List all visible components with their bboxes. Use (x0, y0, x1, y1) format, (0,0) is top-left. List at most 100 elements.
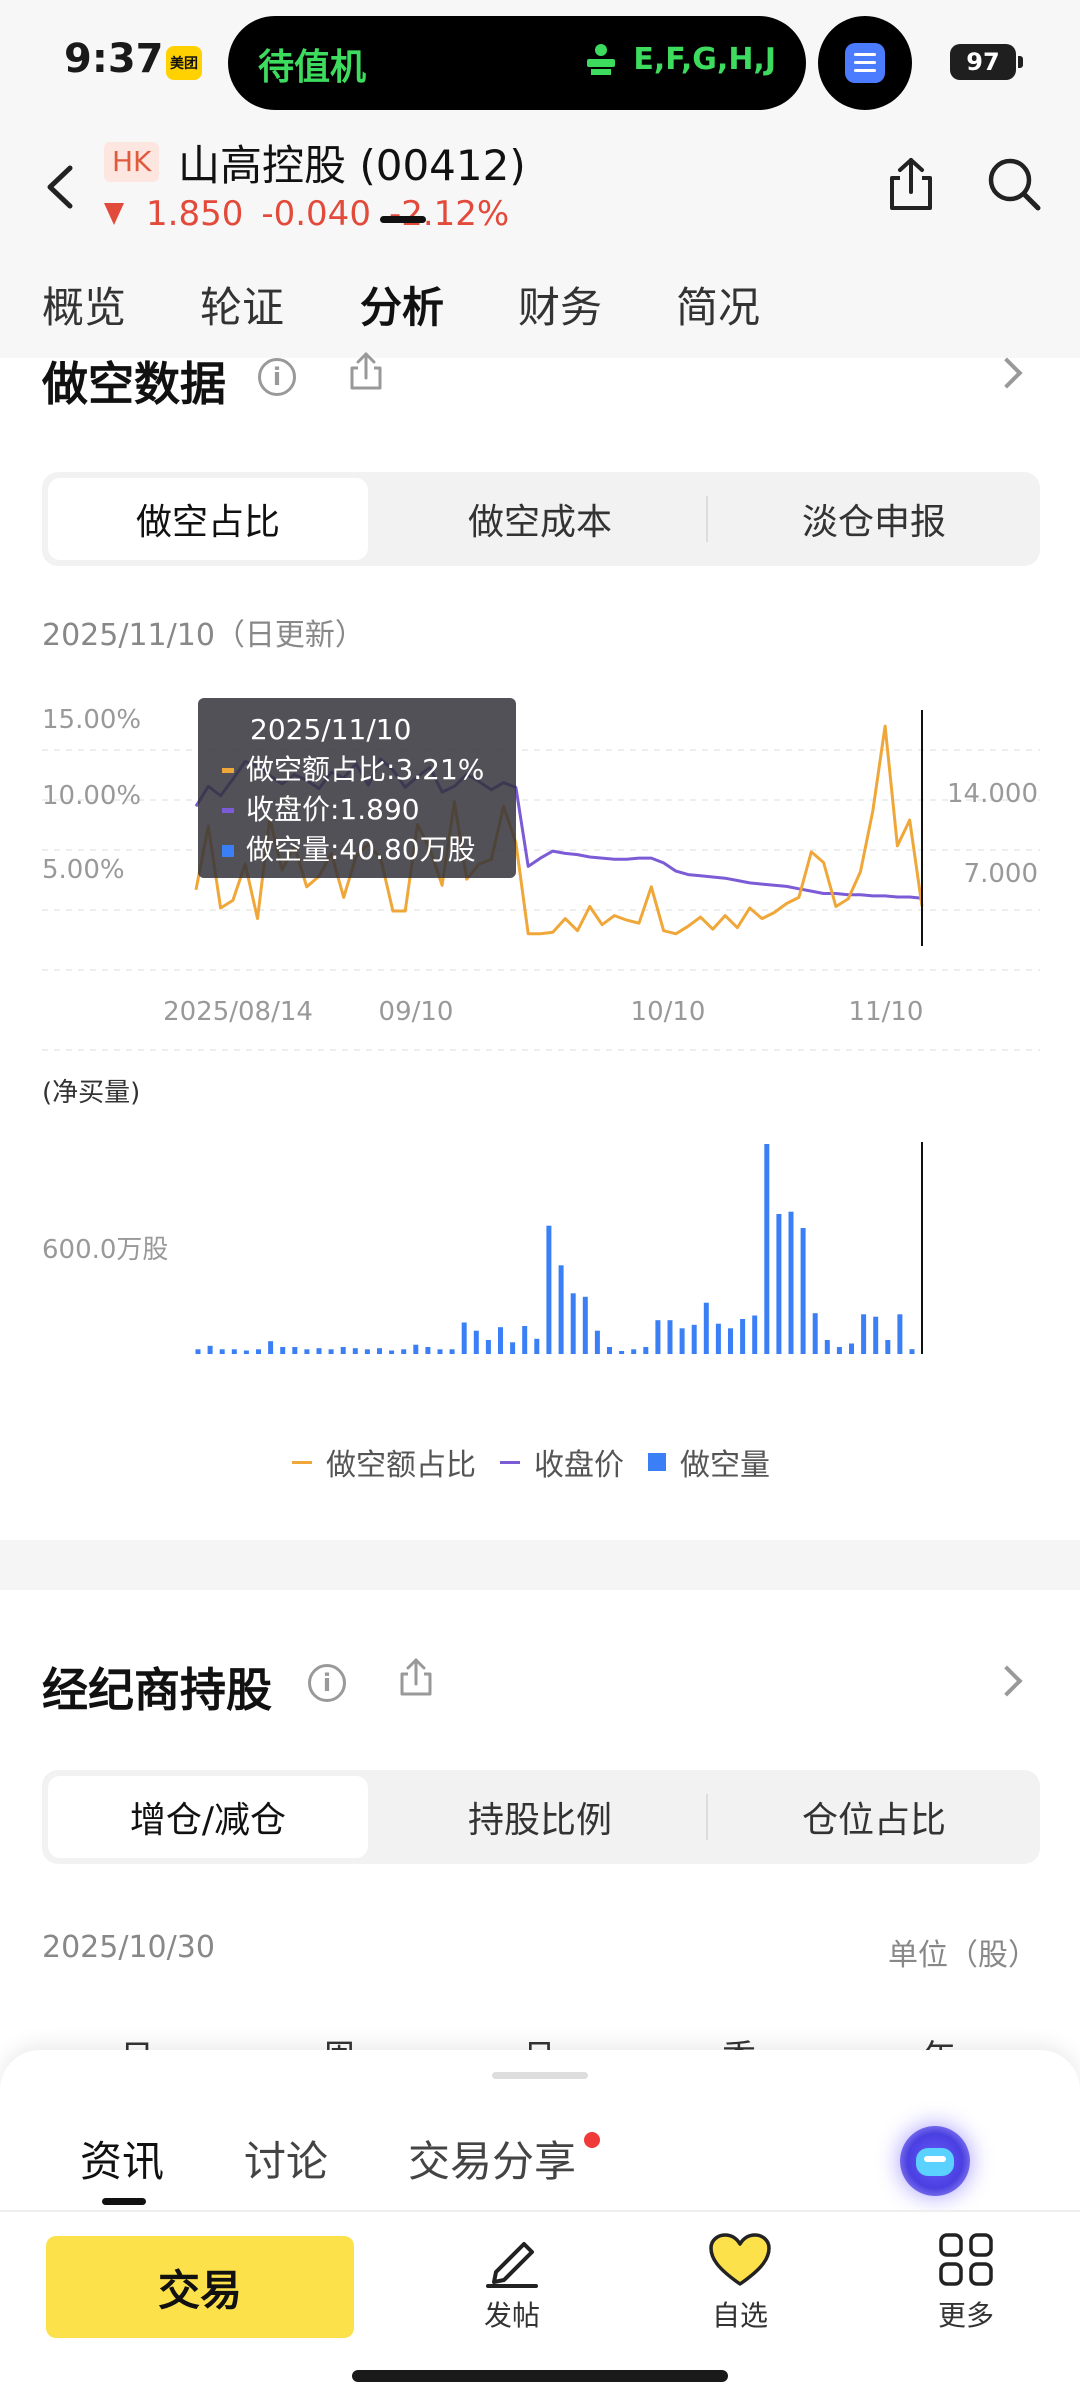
volume-bar (292, 1347, 298, 1354)
heart-icon (709, 2233, 771, 2286)
short-ratio-chart[interactable]: 15.00% 10.00% 5.00% 14.000 7.000 2025/08/14 09… (0, 680, 1080, 1060)
stock-header: HK 山高控股 (00412) 1.850 -0.040 -2.12% 概览 轮… (0, 126, 1080, 358)
seg-short-ratio[interactable]: 做空占比 (48, 478, 368, 560)
notes-app-icon[interactable] (818, 16, 912, 110)
nav-watchlist-label: 自选 (711, 2299, 768, 2332)
volume-bar (849, 1343, 854, 1354)
price-row: 1.850 -0.040 -2.12% (104, 194, 509, 234)
search-icon[interactable] (986, 156, 1042, 212)
status-bar: 9:37 美团 待值机 E,F,G,H,J 97 (0, 0, 1080, 126)
tab-overview[interactable]: 概览 (42, 274, 126, 335)
share-icon[interactable] (396, 1658, 436, 1698)
ai-assistant-icon[interactable] (900, 2126, 970, 2196)
volume-bar (607, 1347, 612, 1354)
volume-bar (401, 1349, 407, 1354)
net-buy-label: (净买量) (42, 1078, 141, 1108)
broker-holdings-title: 经纪商持股 (42, 1663, 272, 1717)
bottom-sheet[interactable]: 资讯 讨论 交易分享 (0, 2050, 1080, 2210)
volume-bar (728, 1328, 733, 1354)
tooltip-row-volume: 做空量:40.80万股 (214, 830, 500, 870)
volume-bar (788, 1211, 794, 1354)
chart-legend: 做空额占比 收盘价 做空量 (292, 1440, 770, 1484)
volume-bar (631, 1349, 637, 1354)
tab-profile[interactable]: 简况 (676, 274, 760, 335)
volume-bar (207, 1345, 213, 1354)
seg-position-share[interactable]: 仓位占比 (714, 1776, 1034, 1858)
section-divider (0, 1540, 1080, 1590)
volume-bar (510, 1342, 516, 1354)
short-segment-control: 做空占比 做空成本 淡仓申报 (42, 472, 1040, 566)
home-indicator[interactable] (352, 2370, 728, 2382)
tab-financials[interactable]: 财务 (518, 274, 602, 335)
volume-bar (715, 1323, 721, 1354)
legend-swatch-volume (648, 1453, 666, 1471)
volume-bar (352, 1348, 358, 1354)
tab-warrants[interactable]: 轮证 (200, 274, 284, 335)
price-change: -0.040 (261, 194, 371, 234)
x-tick: 2025/08/14 (163, 997, 313, 1027)
stock-price: 1.850 (146, 194, 244, 234)
sheet-tab-underline (102, 2198, 146, 2205)
island-gates: E,F,G,H,J (583, 42, 776, 77)
legend-short-volume[interactable]: 做空量 (680, 1440, 770, 1484)
share-icon[interactable] (886, 156, 936, 212)
volume-bar (679, 1328, 685, 1354)
share-icon[interactable] (346, 352, 386, 392)
seg-increase-decrease[interactable]: 增仓/减仓 (48, 1776, 368, 1858)
trade-button[interactable]: 交易 (46, 2236, 354, 2338)
legend-swatch-close (500, 1460, 520, 1464)
volume-bar (740, 1319, 746, 1354)
volume-bar (558, 1265, 564, 1354)
price-change-pct: -2.12% (388, 194, 510, 234)
nav-post[interactable]: 发帖 (452, 2232, 572, 2334)
volume-bar (449, 1349, 455, 1354)
volume-bar (377, 1348, 382, 1354)
island-status-text: 待值机 (258, 47, 367, 88)
meituan-icon: 美团 (166, 46, 202, 80)
nav-more[interactable]: 更多 (906, 2232, 1026, 2334)
dynamic-island[interactable]: 待值机 E,F,G,H,J (228, 16, 806, 110)
volume-bar (316, 1348, 322, 1354)
volume-bar (764, 1144, 770, 1354)
info-icon[interactable]: i (308, 1664, 346, 1702)
volume-bar (364, 1349, 370, 1354)
chart-tooltip: 2025/11/10 做空额占比:3.21% 收盘价:1.890 做空量:40.… (198, 698, 516, 878)
seg-holding-ratio[interactable]: 持股比例 (380, 1776, 700, 1858)
tab-analysis[interactable]: 分析 (360, 274, 444, 335)
sheet-tab-news[interactable]: 资讯 (80, 2128, 164, 2189)
back-icon[interactable] (40, 162, 80, 212)
volume-bar (570, 1293, 576, 1354)
info-icon[interactable]: i (258, 358, 296, 396)
seg-short-position[interactable]: 淡仓申报 (714, 478, 1034, 560)
volume-bar (643, 1347, 649, 1354)
volume-bar (473, 1330, 479, 1354)
short-volume-chart[interactable]: 600.0万股 (0, 1120, 1080, 1360)
active-tab-underline (380, 216, 426, 223)
volume-bar (594, 1330, 600, 1354)
stock-tabs: 概览 轮证 分析 财务 简况 (0, 258, 1080, 358)
volume-bar (776, 1214, 782, 1354)
volume-bar (836, 1347, 842, 1354)
volume-bar (437, 1349, 443, 1354)
volume-bar (425, 1347, 431, 1354)
market-badge: HK (104, 142, 160, 182)
chevron-right-icon[interactable] (991, 1665, 1023, 1697)
chevron-right-icon[interactable] (991, 357, 1023, 389)
volume-bar (231, 1349, 237, 1354)
seg-short-cost[interactable]: 做空成本 (380, 478, 700, 560)
stock-name: 山高控股 (00412) (178, 141, 526, 190)
short-data-title: 做空数据 (42, 357, 226, 411)
legend-short-ratio[interactable]: 做空额占比 (326, 1440, 476, 1484)
notification-dot (584, 2132, 600, 2148)
battery-indicator: 97 (950, 44, 1023, 80)
y-left-tick: 15.00% (42, 705, 141, 735)
nav-watchlist[interactable]: 自选 (680, 2232, 800, 2334)
volume-bar (256, 1349, 261, 1354)
sheet-drag-handle[interactable] (492, 2072, 588, 2079)
legend-close-price[interactable]: 收盘价 (534, 1440, 624, 1484)
volume-bar (413, 1344, 419, 1354)
sheet-tab-trade-share[interactable]: 交易分享 (408, 2128, 576, 2189)
sheet-tab-discussion[interactable]: 讨论 (244, 2128, 328, 2189)
volume-bar (861, 1314, 867, 1354)
x-tick: 09/10 (379, 997, 454, 1027)
